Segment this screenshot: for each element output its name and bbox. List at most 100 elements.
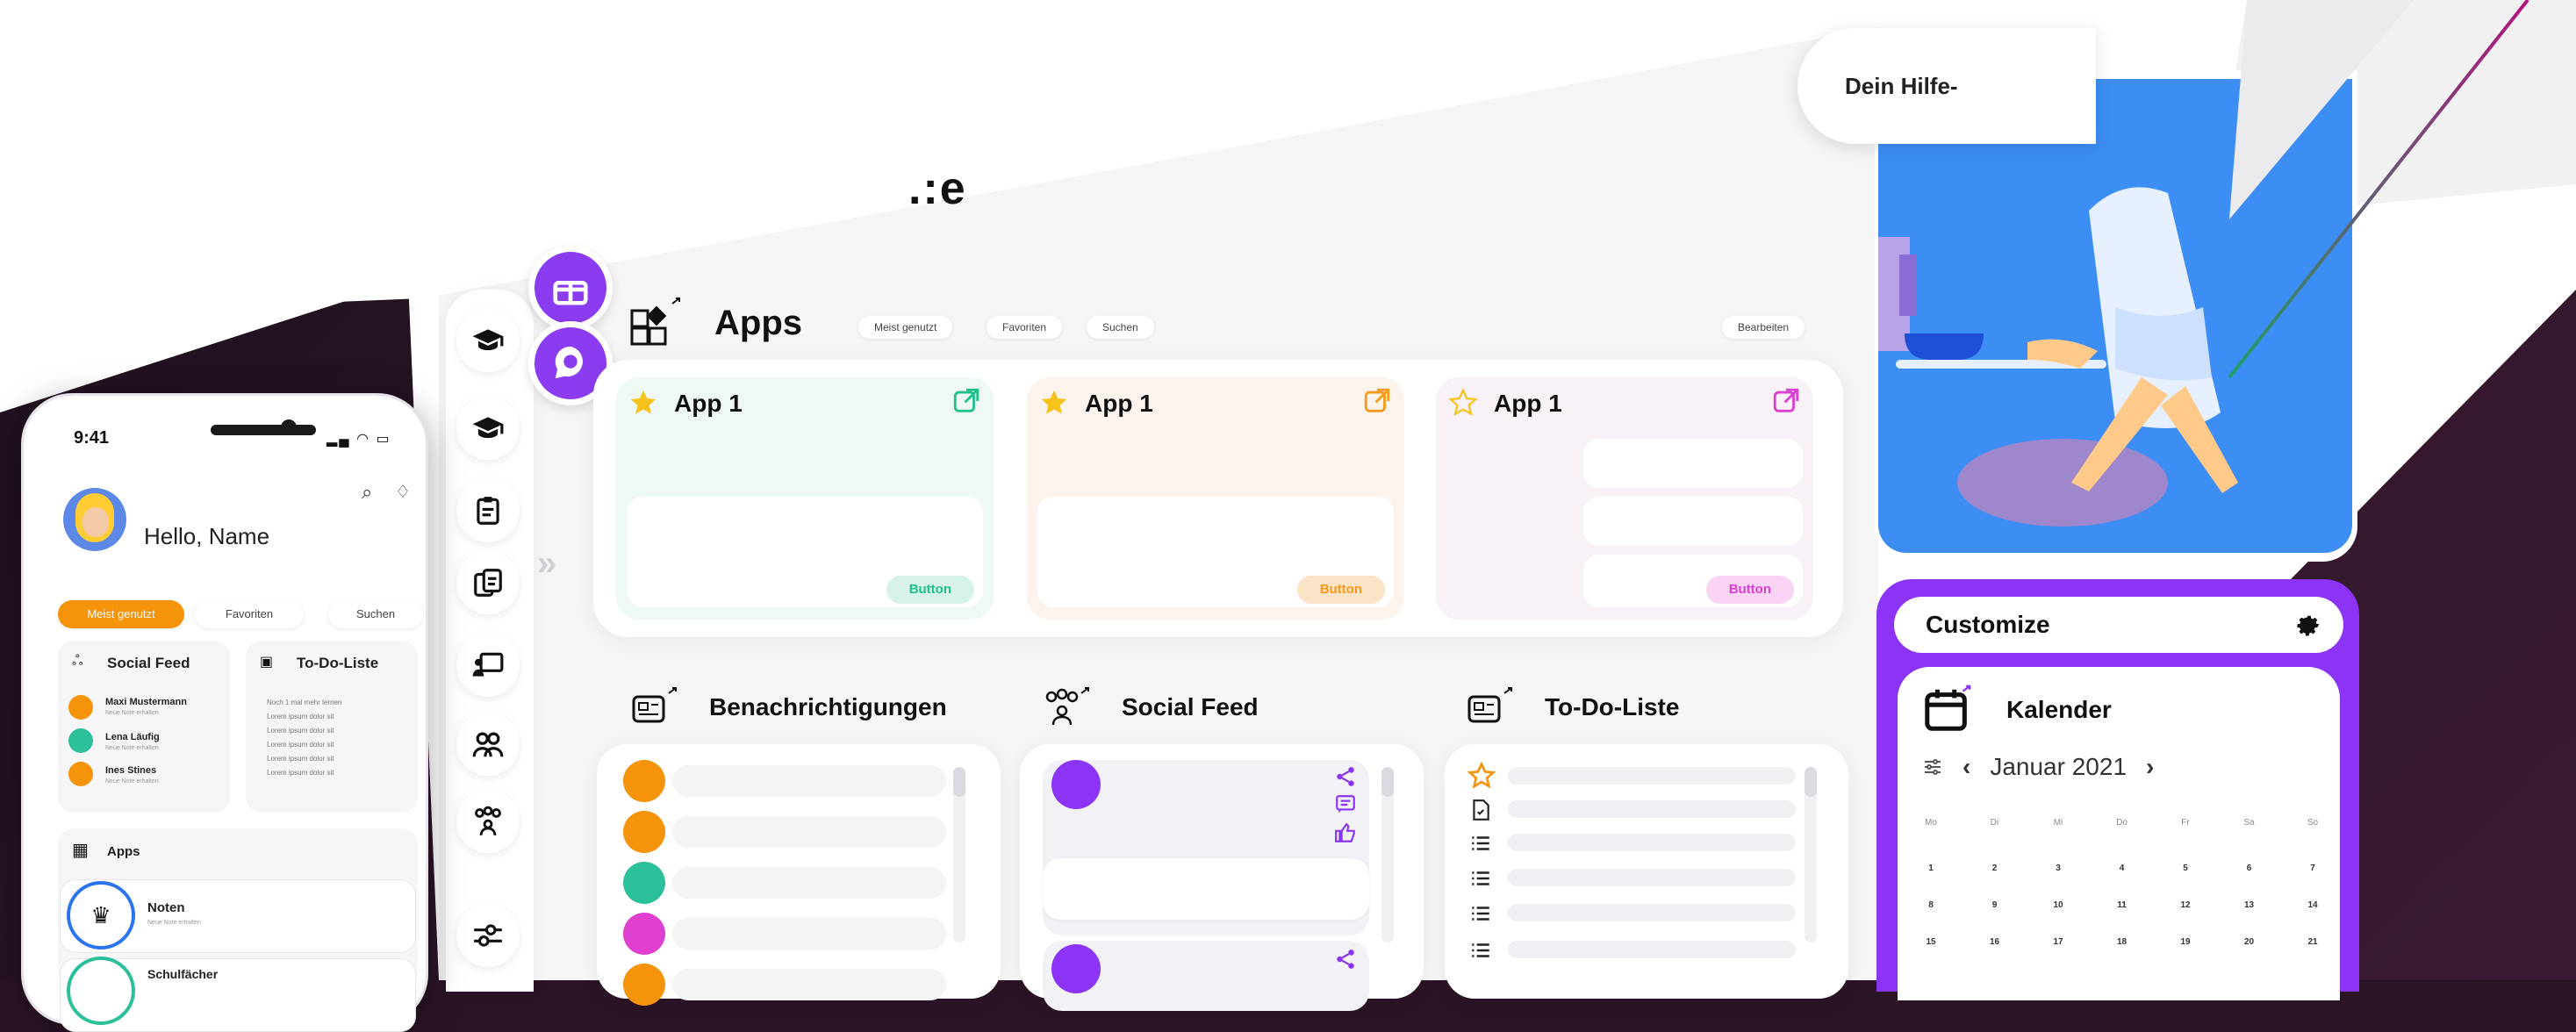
calendar-day[interactable]: 3 xyxy=(2041,864,2076,873)
notifications-widget-icon[interactable] xyxy=(630,686,685,728)
customize-bar[interactable]: Customize xyxy=(1894,597,2343,653)
file-check-icon[interactable] xyxy=(1469,799,1492,821)
avatar[interactable] xyxy=(63,488,126,551)
calendar-day[interactable]: 2 xyxy=(1977,864,2013,873)
app-card-2[interactable]: App 1 Button xyxy=(1027,377,1404,620)
calendar-day[interactable]: 13 xyxy=(2232,900,2267,910)
share-icon[interactable] xyxy=(1334,948,1357,971)
calendar-day[interactable]: 16 xyxy=(1977,937,2013,947)
sidebar-item-courses[interactable] xyxy=(456,397,520,460)
sidebar-item-tasks[interactable] xyxy=(456,479,520,542)
sidebar-item-school[interactable] xyxy=(456,309,520,372)
external-link-icon[interactable] xyxy=(1362,386,1392,416)
star-filled-icon[interactable] xyxy=(628,388,658,418)
external-link-icon[interactable] xyxy=(1771,386,1801,416)
sidebar-expand-chevron-icon[interactable]: » xyxy=(537,544,572,591)
sidebar-item-social[interactable] xyxy=(456,790,520,853)
phone-bell-icon[interactable]: ♢ xyxy=(395,481,411,503)
notification-row[interactable] xyxy=(672,867,946,899)
help-assistant-bubble[interactable]: Dein Hilfe- xyxy=(1797,28,2096,144)
calendar-day[interactable]: 14 xyxy=(2295,900,2330,910)
pill-suchen[interactable]: Suchen xyxy=(1087,316,1154,339)
todo-row[interactable] xyxy=(1508,869,1796,886)
filter-icon[interactable] xyxy=(1922,756,1943,778)
calendar-day[interactable]: 21 xyxy=(2295,937,2330,947)
phone-tab-suchen[interactable]: Suchen xyxy=(328,600,423,628)
user-avatar[interactable] xyxy=(1051,760,1101,809)
todo-row[interactable] xyxy=(1508,767,1796,785)
todo-row[interactable] xyxy=(1508,941,1796,958)
phone-notch xyxy=(211,425,316,435)
notifications-scrollbar[interactable] xyxy=(953,767,965,942)
phone-tab-meist-genutzt[interactable]: Meist genutzt xyxy=(58,600,184,628)
todo-row[interactable] xyxy=(1508,834,1796,851)
calendar-icon[interactable] xyxy=(1922,684,1973,735)
calendar-day[interactable]: 18 xyxy=(2105,937,2140,947)
calendar-day[interactable]: 10 xyxy=(2041,900,2076,910)
pill-meist-genutzt[interactable]: Meist genutzt xyxy=(858,316,953,339)
calendar-day[interactable]: 8 xyxy=(1913,900,1948,910)
thumbs-up-icon[interactable] xyxy=(1334,821,1357,844)
list-icon[interactable] xyxy=(1469,867,1492,890)
gift-button[interactable] xyxy=(528,246,613,330)
list-icon[interactable] xyxy=(1469,832,1492,855)
sidebar-item-community[interactable] xyxy=(456,713,520,776)
notification-row[interactable] xyxy=(672,765,946,797)
notification-row[interactable] xyxy=(672,969,946,1000)
calendar-day[interactable]: 15 xyxy=(1913,937,1948,947)
calendar-day[interactable]: 12 xyxy=(2168,900,2203,910)
calendar-day[interactable]: 5 xyxy=(2168,864,2203,873)
calendar-day[interactable]: 9 xyxy=(1977,900,2013,910)
comment-icon[interactable] xyxy=(1334,793,1357,816)
prev-month-chevron-icon[interactable]: ‹ xyxy=(1962,753,1970,781)
phone-search-icon[interactable]: ⌕ xyxy=(362,481,372,504)
app-button[interactable]: Button xyxy=(886,576,974,604)
todo-row[interactable] xyxy=(1508,800,1796,818)
calendar-day[interactable]: 17 xyxy=(2041,937,2076,947)
notification-row[interactable] xyxy=(672,816,946,848)
next-month-chevron-icon[interactable]: › xyxy=(2146,753,2154,781)
edit-button[interactable]: Bearbeiten xyxy=(1722,316,1805,339)
calendar-day[interactable]: 20 xyxy=(2232,937,2267,947)
star-outline-icon[interactable] xyxy=(1467,762,1496,790)
todo-row[interactable] xyxy=(1508,904,1796,921)
presentation-icon xyxy=(472,652,504,677)
app-card-1[interactable]: App 1 Button xyxy=(616,377,994,620)
list-icon[interactable] xyxy=(1469,902,1492,925)
app-card-3[interactable]: App 1 Button xyxy=(1436,377,1813,620)
weekday-label: So xyxy=(2307,818,2319,828)
apps-grid-icon: ▦ xyxy=(72,841,89,860)
gear-icon[interactable] xyxy=(2293,610,2322,640)
social-feed-scrollbar[interactable] xyxy=(1381,767,1394,942)
todo-scrollbar[interactable] xyxy=(1805,767,1817,942)
todo-widget-icon[interactable] xyxy=(1466,686,1520,728)
person-sub: Neue Note erhalten xyxy=(105,745,159,751)
share-icon[interactable] xyxy=(1334,765,1357,788)
list-icon[interactable] xyxy=(1469,939,1492,962)
phone-tab-favoriten[interactable]: Favoriten xyxy=(195,600,304,628)
calendar-day[interactable]: 6 xyxy=(2232,864,2267,873)
app-button[interactable]: Button xyxy=(1296,576,1385,604)
external-link-icon[interactable] xyxy=(951,386,981,416)
comment-input[interactable] xyxy=(1043,858,1369,920)
sidebar-item-documents[interactable] xyxy=(456,551,520,614)
apps-expand-icon[interactable] xyxy=(628,297,690,349)
star-outline-icon[interactable] xyxy=(1448,388,1478,418)
notification-row[interactable] xyxy=(672,918,946,950)
calendar-day[interactable]: 11 xyxy=(2105,900,2140,910)
social-users-icon[interactable] xyxy=(1043,686,1097,728)
star-filled-icon[interactable] xyxy=(1039,388,1069,418)
calendar-day[interactable]: 1 xyxy=(1913,864,1948,873)
app-button[interactable]: Button xyxy=(1705,576,1794,604)
sidebar-item-settings[interactable] xyxy=(456,904,520,967)
calendar-day[interactable]: 7 xyxy=(2295,864,2330,873)
sidebar-item-presentation[interactable] xyxy=(456,634,520,697)
calendar-day[interactable]: 19 xyxy=(2168,937,2203,947)
calendar-day[interactable]: 4 xyxy=(2105,864,2140,873)
social-users-icon xyxy=(475,806,501,835)
app-name: App 1 xyxy=(1494,390,1562,417)
phone-app-sub: Neue Note erhalten xyxy=(147,920,201,926)
pill-favoriten[interactable]: Favoriten xyxy=(987,316,1063,339)
todo-header: To-Do-Liste xyxy=(1466,686,1679,728)
user-avatar[interactable] xyxy=(1051,944,1101,993)
